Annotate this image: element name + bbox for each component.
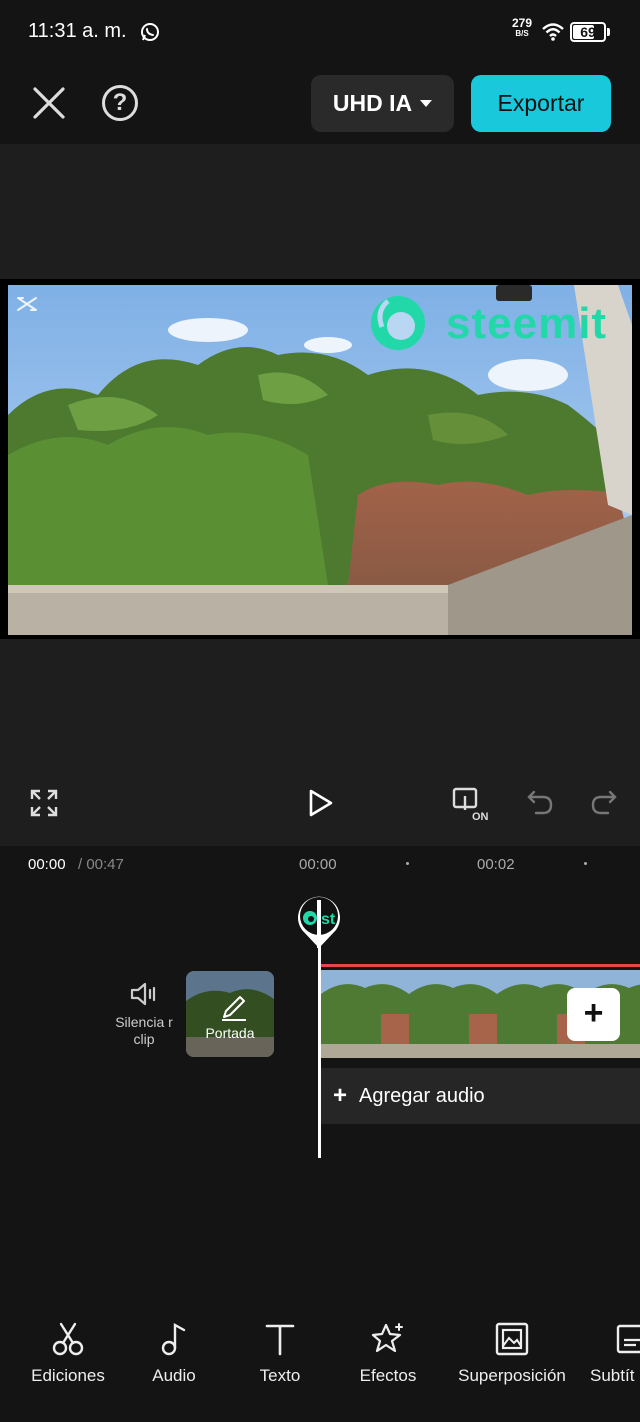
tool-label: Subtít	[590, 1366, 635, 1385]
speaker-icon	[130, 982, 156, 1006]
cover-button[interactable]: Portada	[186, 971, 274, 1057]
tool-label: Superposición	[458, 1366, 566, 1385]
capcut-watermark-icon	[17, 297, 37, 311]
fullscreen-icon[interactable]	[30, 789, 58, 817]
mute-clip-label: Silencia r clip	[115, 1014, 173, 1047]
add-audio-label: Agregar audio	[359, 1084, 485, 1107]
tool-efectos[interactable]: Efectos	[350, 1322, 426, 1386]
subtitles-icon	[616, 1324, 640, 1354]
plus-icon: +	[333, 1082, 348, 1109]
caret-down-icon	[420, 100, 433, 107]
network-speed-value: 279	[511, 16, 533, 30]
redo-icon[interactable]	[590, 788, 618, 816]
close-button[interactable]	[30, 84, 68, 122]
export-button[interactable]: Exportar	[471, 75, 611, 132]
help-button[interactable]: ?	[102, 85, 138, 121]
player-controls: ON	[0, 776, 640, 846]
play-icon[interactable]	[305, 788, 335, 818]
tool-label: Ediciones	[31, 1366, 105, 1385]
overlay-icon	[495, 1322, 529, 1356]
tool-subtitulos[interactable]: Subtít	[588, 1322, 640, 1386]
total-time: / 00:47	[78, 856, 124, 873]
text-icon	[265, 1324, 295, 1356]
cover-thumbnail	[186, 971, 274, 1057]
status-bar: 11:31 a. m. 279 B/S 69	[0, 0, 640, 64]
add-clip-button[interactable]: +	[567, 988, 620, 1041]
battery-icon: 69	[570, 22, 606, 42]
quality-label: UHD IA	[332, 90, 413, 116]
mute-clip-button[interactable]: Silencia r clip	[108, 980, 180, 1048]
tool-texto[interactable]: Texto	[248, 1322, 312, 1386]
keyframe-on-icon[interactable]: ON	[452, 786, 494, 822]
tool-label: Efectos	[359, 1366, 417, 1385]
network-speed-unit: B/S	[515, 29, 529, 38]
cover-label: Portada	[205, 1025, 255, 1041]
tool-ediciones[interactable]: Ediciones	[24, 1322, 112, 1386]
tool-label: Audio	[152, 1366, 196, 1385]
battery-level: 69	[580, 24, 596, 40]
ruler-dot	[406, 862, 409, 865]
video-preview[interactable]: steemit	[8, 285, 632, 635]
network-speed: 279 B/S	[508, 16, 536, 39]
add-audio-button[interactable]: + Agregar audio	[321, 1068, 640, 1124]
current-time: 00:00	[28, 856, 66, 873]
quality-dropdown[interactable]: UHD IA	[311, 75, 454, 132]
music-note-icon	[161, 1322, 186, 1356]
svg-text:ON: ON	[472, 811, 489, 822]
tool-superposicion[interactable]: Superposición	[448, 1322, 576, 1386]
whatsapp-icon	[141, 23, 159, 41]
sparkle-star-icon	[371, 1323, 403, 1353]
tool-label: Texto	[259, 1366, 301, 1385]
playhead-thumbnail[interactable]: st	[295, 890, 343, 950]
ruler-dot	[584, 862, 587, 865]
battery-tip	[607, 28, 610, 36]
wifi-icon	[542, 23, 564, 41]
undo-icon[interactable]	[526, 788, 554, 816]
tool-audio[interactable]: Audio	[140, 1322, 208, 1386]
playhead-thumb-text: st	[321, 911, 336, 928]
steemit-watermark-text: steemit	[446, 299, 608, 348]
ruler-label: 00:02	[477, 856, 515, 873]
steemit-logo-icon	[371, 296, 425, 350]
ruler-label: 00:00	[299, 856, 337, 873]
scissors-icon	[52, 1322, 84, 1356]
status-time: 11:31 a. m.	[28, 20, 127, 42]
